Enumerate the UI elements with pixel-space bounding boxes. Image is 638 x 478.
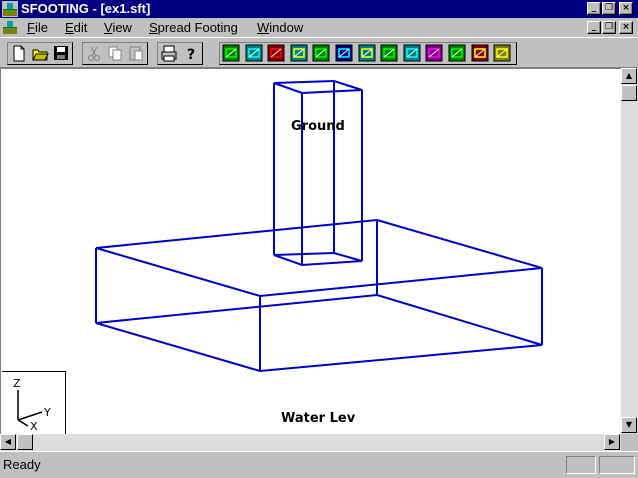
scroll-up-arrow-icon[interactable]: ▲ [621, 68, 637, 84]
report-icon[interactable] [493, 44, 511, 63]
check-icon[interactable] [448, 44, 466, 63]
water-level-label: Water Lev [281, 411, 356, 426]
title-bar: SFOOTING - [ex1.sft] _ ❒ × [0, 0, 638, 18]
scroll-down-arrow-icon[interactable]: ▼ [621, 417, 637, 433]
app-close-button[interactable]: × [619, 2, 633, 15]
menu-edit[interactable]: Edit [65, 20, 87, 35]
menu-view[interactable]: View [104, 20, 132, 35]
save-disk-icon[interactable] [52, 44, 70, 63]
scroll-left-arrow-icon[interactable]: ◀ [0, 434, 16, 450]
soil-icon[interactable] [290, 44, 308, 63]
toolbar-group-footing [219, 42, 517, 65]
menu-file[interactable]: File [27, 20, 48, 35]
axis-triad-icon: Z Y X [13, 377, 51, 433]
toolbar: ? [0, 37, 638, 68]
graph-icon[interactable] [403, 44, 421, 63]
status-text: Ready [3, 457, 41, 472]
print-icon[interactable] [160, 44, 178, 63]
axis-indicator: Z Y X [2, 371, 66, 434]
paste-icon[interactable] [127, 44, 145, 63]
grid-icon[interactable] [380, 44, 398, 63]
scroll-right-arrow-icon[interactable]: ▶ [604, 434, 620, 450]
toolbar-group-file [7, 42, 73, 65]
cut-icon[interactable] [85, 44, 103, 63]
horizontal-scroll-thumb[interactable] [17, 434, 33, 450]
ground-label: Ground [291, 119, 345, 134]
help-icon[interactable]: ? [182, 44, 200, 63]
vertical-scrollbar[interactable]: ▲ ▼ [621, 68, 638, 434]
results-icon[interactable] [471, 44, 489, 63]
axis-x-label: X [30, 420, 38, 433]
curve-icon[interactable] [425, 44, 443, 63]
new-document-icon[interactable] [10, 44, 28, 63]
vertical-scroll-thumb[interactable] [621, 85, 637, 101]
copy-icon[interactable] [106, 44, 124, 63]
doc-close-button[interactable]: × [619, 21, 633, 34]
axis-y-label: Y [43, 406, 51, 419]
horizontal-scrollbar[interactable]: ◀ ▶ [0, 434, 621, 451]
section-icon[interactable] [245, 44, 263, 63]
app-restore-button[interactable]: ❒ [602, 2, 616, 15]
doc-restore-button[interactable]: ❒ [602, 21, 616, 34]
menu-bar: File Edit View Spread Footing Window _ ❒… [0, 18, 638, 37]
svg-text:?: ? [187, 47, 195, 63]
bar-chart-icon[interactable] [335, 44, 353, 63]
footing-view-icon[interactable] [222, 44, 240, 63]
menu-window[interactable]: Window [257, 20, 303, 35]
window-title: SFOOTING - [ex1.sft] [21, 1, 151, 16]
app-icon[interactable] [2, 1, 18, 17]
open-folder-icon[interactable] [31, 44, 49, 63]
status-pane-2 [599, 456, 635, 474]
menu-spread-footing[interactable]: Spread Footing [149, 20, 238, 35]
load-icon[interactable] [267, 44, 285, 63]
status-pane-1 [566, 456, 596, 474]
doc-minimize-button[interactable]: _ [587, 21, 601, 34]
drawing-canvas[interactable]: Ground Water Lev Z Y X [0, 68, 621, 434]
document-icon[interactable] [2, 19, 18, 35]
toolbar-group-edit [82, 42, 148, 65]
layers-icon[interactable] [358, 44, 376, 63]
elevation-icon[interactable] [312, 44, 330, 63]
axis-z-label: Z [13, 377, 21, 390]
status-bar: Ready [0, 451, 638, 478]
scrollbar-corner [621, 434, 638, 451]
toolbar-group-print: ? [157, 42, 203, 65]
app-minimize-button[interactable]: _ [587, 2, 601, 15]
